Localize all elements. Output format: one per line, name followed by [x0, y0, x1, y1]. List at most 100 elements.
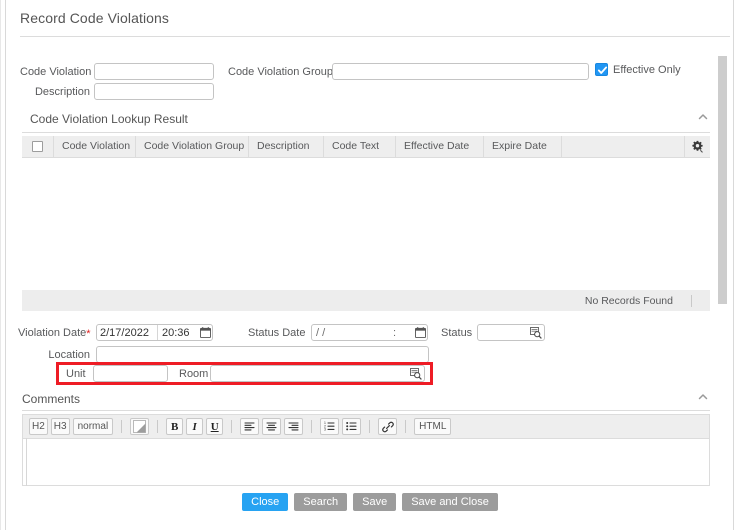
paragraph-normal-button[interactable]: normal	[73, 418, 114, 435]
toolbar-separator	[121, 420, 122, 433]
code-violation-group-label: Code Violation Group	[228, 66, 326, 78]
grid-record-status: No Records Found	[585, 295, 673, 307]
heading-2-button[interactable]: H2	[29, 418, 48, 435]
location-label: Location	[40, 349, 90, 361]
code-violation-label: Code Violation	[20, 66, 90, 78]
grid-select-all-cell[interactable]	[22, 136, 54, 157]
toolbar-separator	[405, 420, 406, 433]
comments-editor-toolbar: H2 H3 normal B I U	[22, 414, 710, 438]
bold-button[interactable]: B	[166, 418, 183, 435]
align-right-button[interactable]	[284, 418, 303, 435]
grid-column-expire-date[interactable]: Expire Date	[484, 136, 562, 157]
status-time-value[interactable]: :	[389, 327, 413, 339]
grid-column-code-violation-group[interactable]: Code Violation Group	[136, 136, 249, 157]
search-lookup-icon[interactable]	[408, 368, 424, 380]
lookup-result-grid: Code Violation Code Violation Group Desc…	[22, 136, 710, 312]
toolbar-separator	[231, 420, 232, 433]
check-icon	[597, 65, 608, 76]
insert-link-button[interactable]	[378, 418, 397, 435]
unordered-list-icon	[346, 421, 357, 432]
window-edge-outer	[0, 0, 1, 530]
location-input[interactable]	[96, 346, 429, 363]
text-color-button[interactable]	[130, 418, 149, 435]
toolbar-separator	[311, 420, 312, 433]
comments-section-header: Comments	[22, 392, 710, 406]
save-button[interactable]: Save	[353, 493, 396, 511]
violation-date-field[interactable]: 2/17/2022 20:36	[96, 324, 213, 341]
violation-date-label-text: Violation Date	[18, 327, 86, 339]
grid-body	[22, 158, 710, 312]
ordered-list-icon: 123	[324, 421, 335, 432]
status-date-field[interactable]: / / :	[311, 324, 428, 341]
link-icon	[382, 421, 394, 433]
room-lookup-field[interactable]	[210, 365, 425, 382]
status-lookup-field[interactable]	[477, 324, 545, 341]
required-asterisk: *	[86, 328, 90, 340]
chevron-up-icon[interactable]	[696, 390, 710, 404]
search-lookup-icon[interactable]	[528, 327, 544, 339]
ordered-list-button[interactable]: 123	[320, 418, 339, 435]
align-left-icon	[244, 421, 255, 432]
svg-text:3: 3	[324, 428, 326, 432]
grid-settings-button[interactable]	[684, 136, 710, 157]
page-title: Record Code Violations	[20, 10, 734, 26]
gear-icon	[691, 140, 704, 153]
grid-column-effective-date[interactable]: Effective Date	[396, 136, 484, 157]
grid-column-description[interactable]: Description	[249, 136, 324, 157]
code-violation-group-input[interactable]	[332, 63, 589, 80]
lookup-result-divider	[22, 132, 710, 133]
status-label: Status	[441, 327, 472, 339]
grid-column-code-violation[interactable]: Code Violation	[54, 136, 136, 157]
calendar-icon[interactable]	[198, 327, 212, 338]
underline-button[interactable]: U	[206, 418, 223, 435]
align-center-icon	[266, 421, 277, 432]
form-action-buttons: Close Search Save Save and Close	[0, 493, 740, 511]
page-header: Record Code Violations	[20, 10, 734, 26]
align-left-button[interactable]	[240, 418, 259, 435]
align-right-icon	[288, 421, 299, 432]
code-violation-input[interactable]	[94, 63, 214, 80]
description-input[interactable]	[94, 83, 214, 100]
align-center-button[interactable]	[262, 418, 281, 435]
room-label: Room	[179, 368, 208, 380]
unordered-list-button[interactable]	[342, 418, 361, 435]
effective-only-checkbox[interactable]	[595, 63, 608, 76]
title-divider	[20, 36, 730, 37]
unit-input[interactable]	[93, 365, 168, 382]
save-and-close-button[interactable]: Save and Close	[402, 493, 498, 511]
description-label: Description	[20, 86, 90, 98]
record-code-violations-page: Record Code Violations Code Violation De…	[0, 0, 740, 530]
comments-editor-content[interactable]	[26, 438, 710, 486]
select-all-checkbox[interactable]	[32, 141, 43, 152]
grid-header-row: Code Violation Code Violation Group Desc…	[22, 136, 710, 158]
search-button[interactable]: Search	[294, 493, 347, 511]
violation-date-label: Violation Date*	[18, 327, 90, 339]
violation-time-value[interactable]: 20:36	[158, 327, 198, 339]
lookup-result-title: Code Violation Lookup Result	[30, 112, 188, 126]
grid-column-spacer	[562, 136, 684, 157]
heading-3-button[interactable]: H3	[51, 418, 70, 435]
grid-footer: No Records Found	[22, 290, 710, 311]
toolbar-separator	[157, 420, 158, 433]
window-edge-left	[5, 0, 6, 530]
vertical-scrollbar-thumb[interactable]	[718, 56, 727, 304]
violation-date-value[interactable]: 2/17/2022	[97, 327, 157, 339]
close-button[interactable]: Close	[242, 493, 288, 511]
html-source-button[interactable]: HTML	[414, 418, 451, 435]
grid-column-code-text[interactable]: Code Text	[324, 136, 396, 157]
window-edge-right	[733, 0, 734, 530]
comments-divider	[22, 410, 710, 411]
comments-title: Comments	[22, 392, 80, 406]
unit-label: Unit	[66, 368, 86, 380]
color-swatch-icon	[133, 420, 146, 433]
effective-only-label: Effective Only	[613, 64, 681, 76]
calendar-icon[interactable]	[413, 327, 427, 338]
status-date-label: Status Date	[248, 327, 305, 339]
toolbar-separator	[369, 420, 370, 433]
grid-footer-divider	[691, 295, 692, 307]
effective-only-checkbox-group[interactable]: Effective Only	[595, 63, 681, 76]
chevron-up-icon[interactable]	[696, 110, 710, 124]
status-date-value[interactable]: / /	[312, 327, 389, 339]
lookup-result-section-header: Code Violation Lookup Result	[30, 112, 710, 126]
italic-button[interactable]: I	[186, 418, 203, 435]
